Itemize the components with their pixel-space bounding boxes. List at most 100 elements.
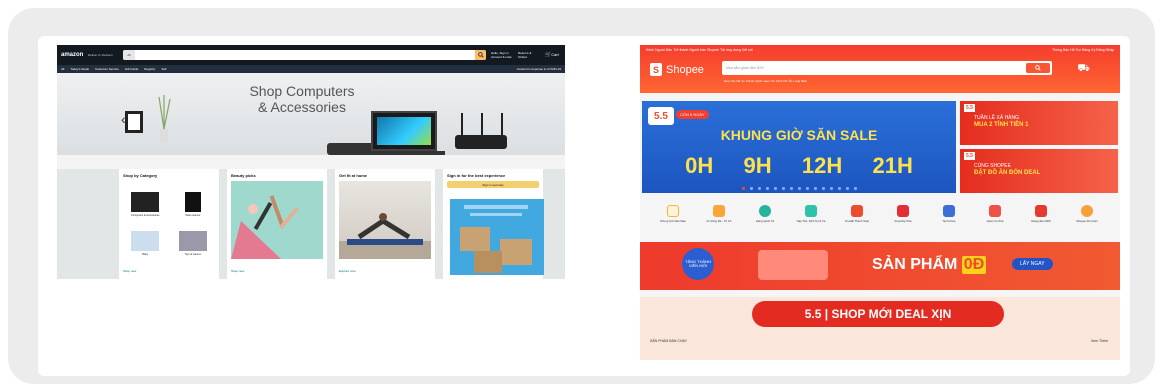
sign-in-button[interactable]: Sign in securely [447, 181, 539, 188]
carousel-dot[interactable] [790, 187, 793, 190]
carousel-dot[interactable] [798, 187, 801, 190]
carousel-dot[interactable] [758, 187, 761, 190]
nav-gift-cards[interactable]: Gift Cards [125, 67, 139, 71]
category-label: Video Games [185, 214, 201, 217]
orders-link[interactable]: Returns & Orders [518, 51, 540, 59]
truck-icon [897, 205, 909, 217]
shipping-boxes-image [450, 199, 544, 275]
nav-registry[interactable]: Registry [144, 67, 155, 71]
search-button[interactable] [1026, 63, 1050, 73]
carousel-dots[interactable] [742, 187, 857, 190]
hero-title: Shop Computers & Accessories [249, 83, 355, 115]
carousel-dot[interactable] [742, 187, 745, 190]
search-input[interactable] [135, 50, 475, 60]
carousel-dot[interactable] [806, 187, 809, 190]
cart-icon[interactable]: ⛟ [1077, 63, 1090, 76]
shortcut-freeship[interactable]: Freeship Xtra [885, 199, 921, 235]
side-banner-top[interactable]: 5.5 TUẦN LỄ XẢ HÀNG MUA 2 TÍNH TIỀN 1 [960, 101, 1118, 145]
carousel-dot[interactable] [838, 187, 841, 190]
hero-banner[interactable]: ‹ Shop Computers & Accessories [57, 73, 565, 169]
carousel-dot[interactable] [766, 187, 769, 190]
card-icon [805, 205, 817, 217]
side-banner-line1: TUẦN LỄ XẢ HÀNG [974, 115, 1020, 121]
get-now-button[interactable]: LẤY NGAY [1012, 258, 1053, 270]
seller-links[interactable]: Kênh Người Bán Trở thành Người bán Shope… [646, 48, 753, 52]
shortcut-label: Hoàn Xu Xtra [986, 219, 1004, 223]
shop-now-link[interactable]: Shop now [231, 269, 244, 273]
nav-service[interactable]: Customer Service [95, 67, 119, 71]
search-input[interactable]: Mua sắm giảm đến 50% [726, 66, 764, 70]
photo-frame-image [125, 111, 143, 133]
shortcut-flash-sale[interactable]: Khung Giờ Săn Sale [655, 199, 691, 235]
shortcut-payment[interactable]: Ưu Đãi Thanh Toán [839, 199, 875, 235]
search-bar[interactable]: Mua sắm giảm đến 50% [722, 61, 1052, 75]
cart-label: Cart [551, 52, 559, 57]
deal-title[interactable]: 5.5 | SHOP MỚI DEAL XỊN [752, 301, 1004, 327]
shortcut-premium[interactable]: Shopee Premium [1069, 199, 1105, 235]
banner-title: KHUNG GIỜ SĂN SALE [720, 127, 878, 143]
shortcut-global[interactable]: Hàng Quốc Tế [747, 199, 783, 235]
popular-searches[interactable]: Dép Váy Nữ Áo Khoác Quần Jean Túi Xách N… [724, 79, 807, 83]
best-sellers-label: SẢN PHẨM BÁN CHẠY [650, 339, 688, 343]
router-image [455, 135, 507, 149]
account-links[interactable]: Thông Báo Hỗ Trợ Đăng Ký Đăng Nhập [1052, 48, 1114, 52]
category-video-games[interactable]: Video Games [171, 181, 216, 217]
carousel-dot[interactable] [814, 187, 817, 190]
explore-now-link[interactable]: Explore now [339, 269, 356, 273]
cart-link[interactable]: 🛒Cart [545, 52, 561, 58]
category-toys[interactable]: Toys & Games [171, 220, 216, 256]
carousel-dot[interactable] [774, 187, 777, 190]
category-label: Baby [142, 253, 149, 256]
shortcut-coins[interactable]: Hoàn Xu Xtra [977, 199, 1013, 235]
shortcut-topup[interactable]: Nạp Thẻ, Dịch Vụ & Vé [793, 199, 829, 235]
wallet-icon [851, 205, 863, 217]
carousel-dot[interactable] [782, 187, 785, 190]
nav-deals[interactable]: Today's Deals [70, 67, 89, 71]
shopee-logo[interactable]: S Shopee [650, 63, 704, 76]
laptop-image [371, 111, 437, 151]
shortcut-tech[interactable]: Tech Zone [931, 199, 967, 235]
new-user-promo-banner[interactable]: TẶNG THÀNH VIÊN MỚI SẢN PHẨM 0Đ LẤY NGAY [640, 242, 1120, 290]
nav-all[interactable]: All [61, 67, 64, 71]
card-beauty-picks[interactable]: Beauty picks Shop now [227, 169, 327, 279]
nav-covid[interactable]: Amazon's response to COVID-19 [517, 67, 561, 71]
carousel-dot[interactable] [854, 187, 857, 190]
see-more-link[interactable]: Xem Thêm [1091, 339, 1108, 343]
shortcut-label: Tech Zone [942, 219, 956, 223]
account-menu[interactable]: Hello, Sign in Account & Lists [491, 51, 513, 59]
side-banner-line1: CÙNG SHOPEE [974, 163, 1011, 169]
category-baby[interactable]: Baby [123, 220, 168, 256]
coin-icon [989, 205, 1001, 217]
shopee-screenshot: Kênh Người Bán Trở thành Người bán Shope… [640, 45, 1120, 360]
shortcut-label: Gì Cũng Rẻ - Từ 1K [706, 219, 732, 223]
category-label: Toys & Games [184, 253, 201, 256]
shortcut-label: Shopee Premium [1076, 219, 1098, 223]
boxes-illustration [460, 205, 532, 273]
search-category[interactable]: All [123, 50, 135, 60]
shortcut-brands[interactable]: Hàng Hiệu 50% [1023, 199, 1059, 235]
hour-slot: 9H [743, 153, 772, 178]
amazon-logo[interactable]: amazon [61, 52, 83, 58]
carousel-dot[interactable] [822, 187, 825, 190]
nav-sell[interactable]: Sell [161, 67, 166, 71]
search-icon [477, 52, 484, 58]
search-bar[interactable]: All [123, 50, 486, 60]
router-antenna [501, 113, 503, 137]
side-banner-tag: 5.5 [964, 152, 975, 160]
carousel-dot[interactable] [846, 187, 849, 190]
shortcut-cheap[interactable]: Gì Cũng Rẻ - Từ 1K [701, 199, 737, 235]
shop-now-link[interactable]: Shop now [123, 269, 136, 273]
main-sale-banner[interactable]: 5.5 CÒN 5 NGÀY KHUNG GIỜ SĂN SALE 0H 9H … [642, 101, 956, 193]
side-banner-bottom[interactable]: 5.5 CÙNG SHOPEE ĐẶT ĐỒ ĂN ĐÓN DEAL [960, 149, 1118, 193]
category-computers[interactable]: Computers & Accessories [123, 181, 168, 217]
brand-icon [1035, 205, 1047, 217]
shopping-bag-icon: S [650, 63, 662, 76]
delivery-location[interactable]: Deliver to Vietnam [88, 53, 118, 57]
search-button[interactable] [475, 50, 486, 60]
laptop-icon [943, 205, 955, 217]
carousel-dot[interactable] [830, 187, 833, 190]
card-shop-by-category[interactable]: Shop by Category Computers & Accessories… [119, 169, 219, 279]
category-label: Computers & Accessories [130, 214, 160, 217]
card-get-fit[interactable]: Get fit at home Explore now [335, 169, 435, 279]
carousel-dot[interactable] [750, 187, 753, 190]
